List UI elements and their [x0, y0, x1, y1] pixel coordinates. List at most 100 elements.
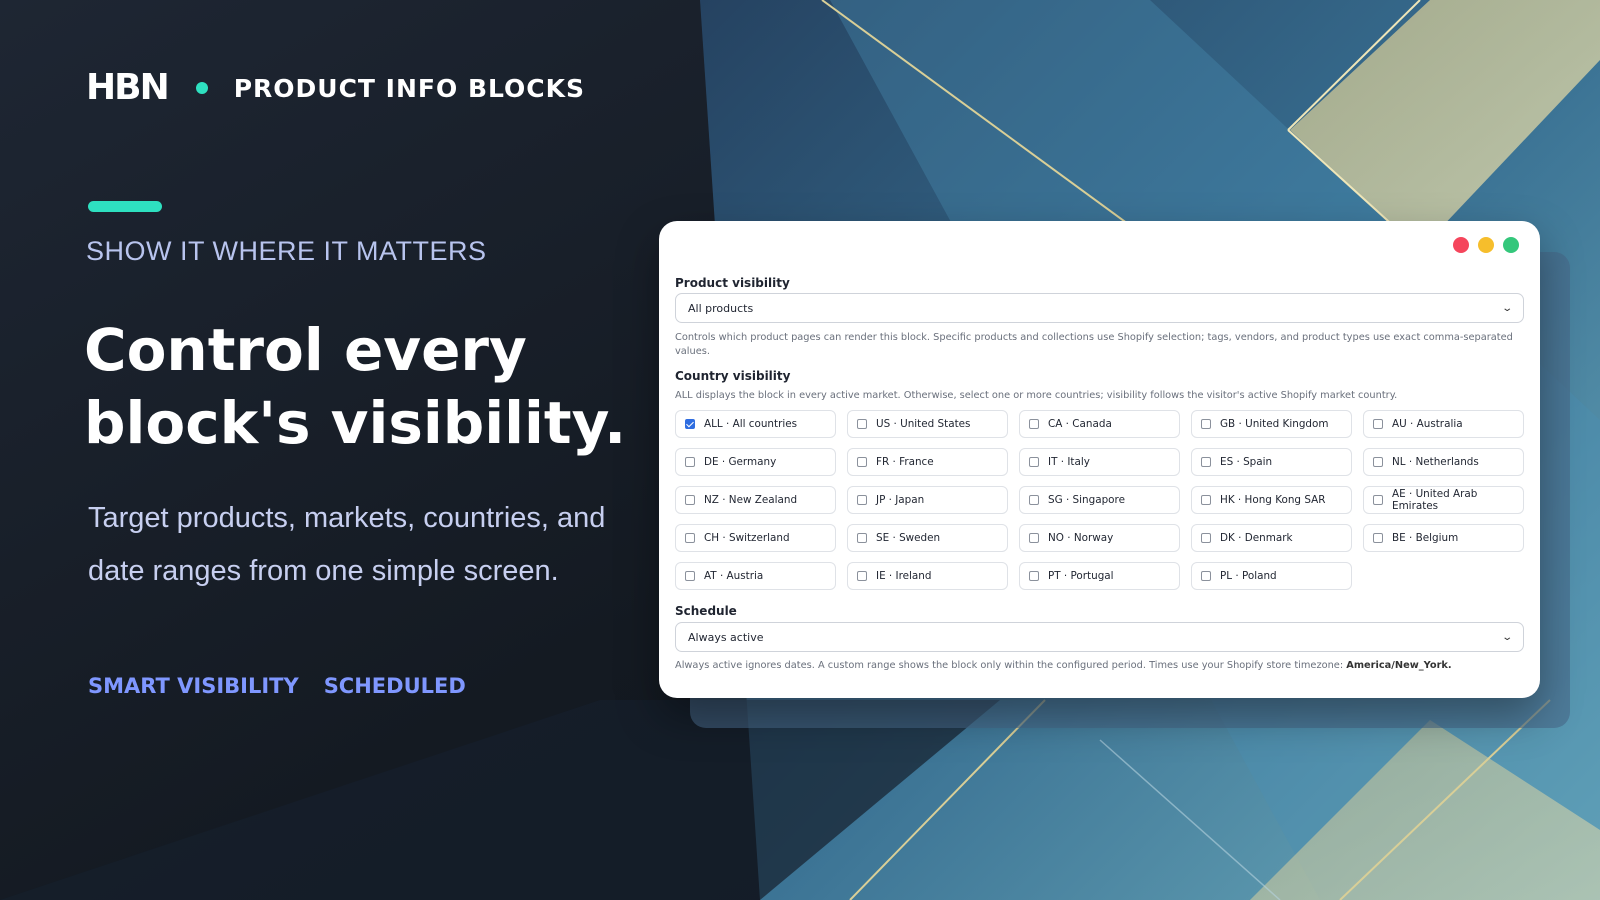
country-option-label: PT · Portugal [1048, 570, 1114, 582]
country-option-label: IT · Italy [1048, 456, 1090, 468]
timezone-value: America/New_York. [1346, 660, 1452, 671]
checkbox[interactable] [1201, 419, 1211, 429]
country-option-label: CA · Canada [1048, 418, 1112, 430]
country-option-label: SG · Singapore [1048, 494, 1125, 506]
country-option-label: BE · Belgium [1392, 532, 1459, 544]
brand-header: HBN PRODUCT INFO BLOCKS [86, 70, 585, 106]
country-option-label: PL · Poland [1220, 570, 1277, 582]
headline-line-1: Control every [84, 316, 527, 384]
country-option-label: JP · Japan [876, 494, 925, 506]
schedule-select[interactable]: Always active ⌄ [675, 622, 1524, 652]
headline: Control every block's visibility. [84, 314, 644, 460]
product-name: PRODUCT INFO BLOCKS [233, 73, 586, 103]
country-option-label: US · United States [876, 418, 971, 430]
brand-separator-dot [195, 82, 208, 94]
country-option[interactable]: AT · Austria [675, 562, 836, 590]
country-option-label: AE · United Arab Emirates [1392, 488, 1478, 512]
country-option[interactable]: IT · Italy [1019, 448, 1180, 476]
close-window-button[interactable] [1453, 237, 1469, 253]
accent-bar [88, 201, 162, 212]
country-option-label: HK · Hong Kong SAR [1220, 494, 1326, 506]
country-option[interactable]: ES · Spain [1191, 448, 1352, 476]
country-option-label: NZ · New Zealand [704, 494, 798, 506]
checkbox[interactable] [1373, 419, 1383, 429]
schedule-label: Schedule [675, 604, 737, 618]
country-option[interactable]: FR · France [847, 448, 1008, 476]
country-options-grid: ALL · All countries US · United States CA … [675, 410, 1525, 590]
country-option[interactable]: US · United States [847, 410, 1008, 438]
country-option[interactable]: CH · Switzerland [675, 524, 836, 552]
checkbox[interactable] [685, 571, 695, 581]
headline-line-2: block's visibility. [84, 389, 627, 457]
checkbox[interactable] [857, 457, 867, 467]
country-option-label: GB · United Kingdom [1220, 418, 1329, 430]
window-controls [1453, 237, 1519, 253]
country-option[interactable]: IE · Ireland [847, 562, 1008, 590]
minimize-window-button[interactable] [1478, 237, 1494, 253]
country-option[interactable]: BE · Belgium [1363, 524, 1524, 552]
checkbox[interactable] [1373, 533, 1383, 543]
checkbox[interactable] [1373, 457, 1383, 467]
country-option[interactable]: DE · Germany [675, 448, 836, 476]
checkbox[interactable] [1201, 571, 1211, 581]
chevron-down-icon: ⌄ [1500, 631, 1513, 643]
country-option-label: ALL · All countries [704, 418, 798, 430]
checkbox[interactable] [1029, 457, 1039, 467]
checkbox-checked[interactable] [685, 419, 695, 429]
country-option-label: DE · Germany [704, 456, 777, 468]
schedule-help-text: Always active ignores dates. A custom ra… [675, 660, 1344, 671]
country-option[interactable]: NO · Norway [1019, 524, 1180, 552]
country-option[interactable]: SG · Singapore [1019, 486, 1180, 514]
country-visibility-label: Country visibility [675, 369, 791, 383]
checkbox[interactable] [1201, 457, 1211, 467]
country-option[interactable]: AU · Australia [1363, 410, 1524, 438]
checkbox[interactable] [685, 457, 695, 467]
eyebrow-text: SHOW IT WHERE IT MATTERS [86, 236, 487, 266]
feature-tags: SMART VISIBILITY SCHEDULED [88, 674, 466, 698]
country-option-label: FR · France [876, 456, 934, 468]
product-visibility-select[interactable]: All products ⌄ [675, 293, 1524, 323]
country-option[interactable]: SE · Sweden [847, 524, 1008, 552]
country-option-label: NL · Netherlands [1392, 456, 1479, 468]
checkbox[interactable] [1029, 419, 1039, 429]
product-visibility-label: Product visibility [675, 276, 790, 290]
country-visibility-help: ALL displays the block in every active m… [675, 390, 1398, 401]
chevron-down-icon: ⌄ [1500, 302, 1513, 314]
country-option[interactable]: PT · Portugal [1019, 562, 1180, 590]
subcopy: Target products, markets, countries, and… [88, 502, 606, 587]
country-option-label: DK · Denmark [1220, 532, 1293, 544]
checkbox[interactable] [1029, 533, 1039, 543]
country-option-label: ES · Spain [1220, 456, 1273, 468]
country-option[interactable]: HK · Hong Kong SAR [1191, 486, 1352, 514]
tag-smart-visibility: SMART VISIBILITY [88, 674, 299, 698]
checkbox[interactable] [857, 495, 867, 505]
schedule-value: Always active [688, 630, 764, 644]
country-option-label: SE · Sweden [876, 532, 941, 544]
checkbox[interactable] [1029, 495, 1039, 505]
checkbox[interactable] [1201, 495, 1211, 505]
checkbox[interactable] [857, 419, 867, 429]
country-option[interactable]: ALL · All countries [675, 410, 836, 438]
product-visibility-value: All products [688, 301, 754, 315]
settings-window: Product visibility All products ⌄ Contro… [659, 221, 1540, 698]
country-option[interactable]: CA · Canada [1019, 410, 1180, 438]
product-visibility-help: Controls which product pages can render … [675, 332, 1513, 357]
checkbox[interactable] [685, 495, 695, 505]
checkbox[interactable] [685, 533, 695, 543]
checkbox[interactable] [1201, 533, 1211, 543]
maximize-window-button[interactable] [1503, 237, 1519, 253]
checkbox[interactable] [1373, 495, 1383, 505]
country-option[interactable]: NL · Netherlands [1363, 448, 1524, 476]
tag-scheduled: SCHEDULED [323, 674, 466, 698]
country-option[interactable]: DK · Denmark [1191, 524, 1352, 552]
checkbox[interactable] [857, 533, 867, 543]
country-option[interactable]: NZ · New Zealand [675, 486, 836, 514]
checkbox[interactable] [1029, 571, 1039, 581]
country-option[interactable]: PL · Poland [1191, 562, 1352, 590]
country-option-label: AT · Austria [704, 570, 764, 582]
country-option-label: AU · Australia [1392, 418, 1463, 430]
country-option[interactable]: JP · Japan [847, 486, 1008, 514]
country-option[interactable]: AE · United Arab Emirates [1363, 486, 1524, 514]
country-option[interactable]: GB · United Kingdom [1191, 410, 1352, 438]
checkbox[interactable] [857, 571, 867, 581]
